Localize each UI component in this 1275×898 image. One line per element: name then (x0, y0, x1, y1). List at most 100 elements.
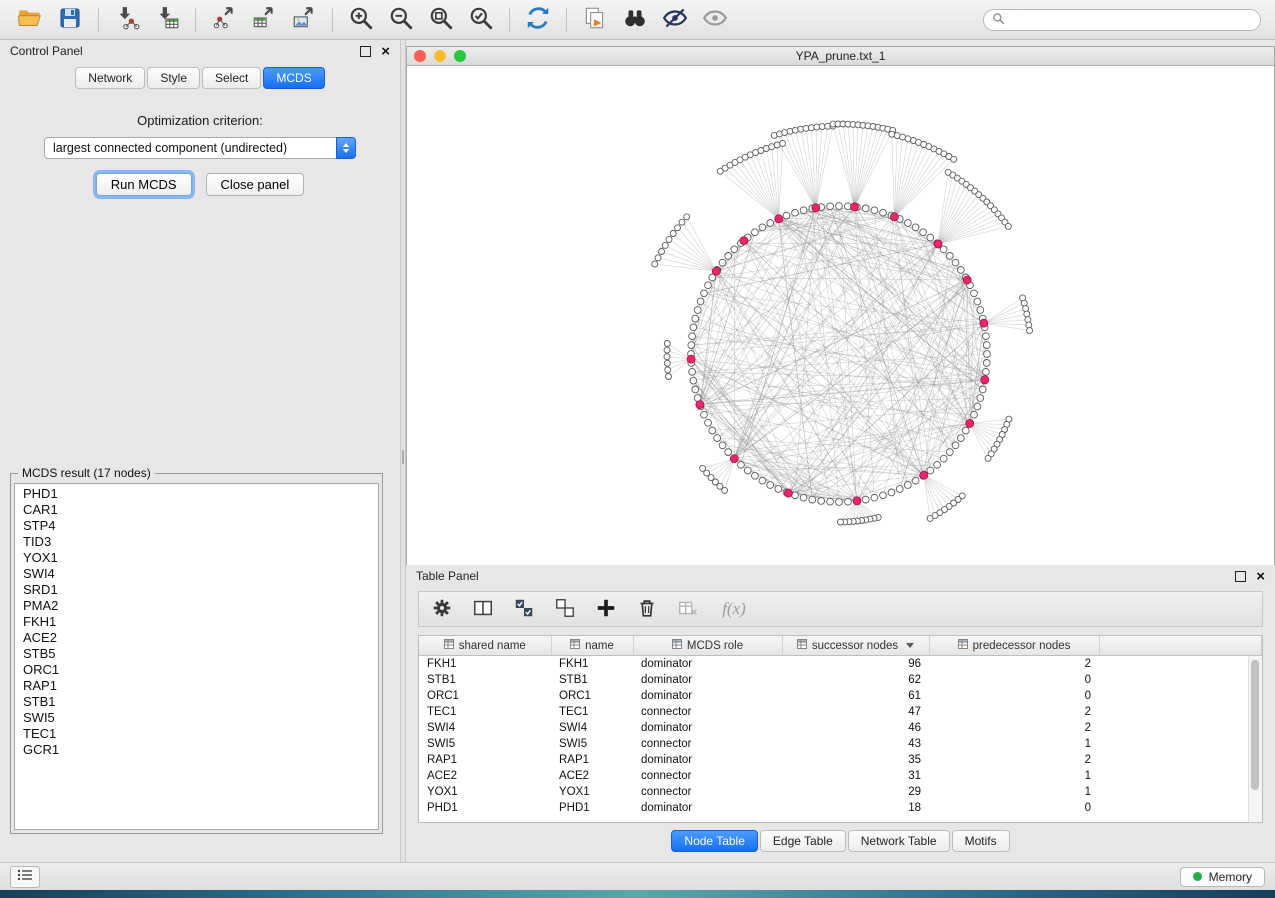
window-zoom-icon[interactable] (454, 50, 466, 62)
cell-successor-nodes[interactable]: 31 (782, 768, 929, 784)
float-panel-icon[interactable] (360, 46, 371, 57)
import-table-button[interactable] (147, 4, 187, 36)
network-dominator-node[interactable] (963, 276, 971, 284)
mcds-result-item[interactable]: GCR1 (15, 742, 378, 758)
network-leaf-node[interactable] (659, 249, 665, 255)
network-node[interactable] (709, 427, 716, 434)
network-node[interactable] (904, 482, 911, 489)
cell-successor-nodes[interactable]: 18 (782, 800, 929, 816)
mcds-result-item[interactable]: ACE2 (15, 630, 378, 646)
mcds-result-item[interactable]: PHD1 (15, 486, 378, 502)
network-node[interactable] (792, 209, 799, 216)
select-all-button[interactable] (511, 596, 537, 622)
network-node[interactable] (719, 442, 726, 449)
cell-name[interactable]: ACE2 (551, 768, 633, 784)
network-node[interactable] (827, 498, 834, 505)
tab-network-table[interactable]: Network Table (848, 830, 950, 852)
cell-shared-name[interactable]: SWI5 (419, 736, 551, 752)
cell-predecessor-nodes[interactable]: 1 (929, 736, 1099, 752)
cell-shared-name[interactable]: PHD1 (419, 800, 551, 816)
network-leaf-node[interactable] (664, 360, 670, 366)
mcds-result-item[interactable]: CAR1 (15, 502, 378, 518)
mcds-result-item[interactable]: FKH1 (15, 614, 378, 630)
mcds-result-item[interactable]: STB5 (15, 646, 378, 662)
network-node[interactable] (940, 246, 947, 253)
network-leaf-node[interactable] (664, 347, 670, 353)
memory-button[interactable]: Memory (1180, 867, 1265, 887)
network-dominator-node[interactable] (730, 455, 738, 463)
cell-predecessor-nodes[interactable]: 1 (929, 768, 1099, 784)
network-node[interactable] (957, 267, 964, 274)
cell-shared-name[interactable]: SWI4 (419, 720, 551, 736)
mcds-result-item[interactable]: ORC1 (15, 662, 378, 678)
network-node[interactable] (871, 207, 878, 214)
network-leaf-node[interactable] (664, 354, 670, 360)
cell-shared-name[interactable]: FKH1 (419, 656, 551, 673)
network-node[interactable] (904, 220, 911, 227)
cell-name[interactable]: RAP1 (551, 752, 633, 768)
tab-motifs[interactable]: Motifs (952, 830, 1010, 852)
find-button[interactable] (615, 4, 655, 36)
table-row[interactable]: ACE2ACE2connector311 (419, 768, 1262, 784)
network-node[interactable] (871, 494, 878, 501)
cell-shared-name[interactable]: ORC1 (419, 688, 551, 704)
cell-name[interactable]: ORC1 (551, 688, 633, 704)
network-node[interactable] (880, 492, 887, 499)
network-node[interactable] (862, 205, 869, 212)
network-node[interactable] (725, 449, 732, 456)
cell-MCDS-role[interactable]: connector (633, 704, 782, 720)
network-node[interactable] (752, 472, 759, 479)
network-node[interactable] (731, 246, 738, 253)
network-node[interactable] (689, 333, 696, 340)
cell-predecessor-nodes[interactable]: 2 (929, 704, 1099, 720)
task-history-button[interactable] (10, 866, 40, 888)
mcds-result-item[interactable]: TEC1 (15, 726, 378, 742)
column-layout-button[interactable] (470, 596, 496, 622)
sort-chevron-icon[interactable] (906, 643, 914, 648)
tab-style[interactable]: Style (147, 67, 200, 89)
network-node[interactable] (880, 209, 887, 216)
network-node[interactable] (689, 368, 696, 375)
network-dominator-node[interactable] (966, 420, 974, 428)
cell-MCDS-role[interactable]: dominator (633, 752, 782, 768)
network-leaf-node[interactable] (927, 515, 933, 521)
network-dominator-node[interactable] (934, 240, 942, 248)
network-leaf-node[interactable] (665, 367, 671, 373)
network-node[interactable] (957, 435, 964, 442)
cell-predecessor-nodes[interactable]: 0 (929, 688, 1099, 704)
network-node[interactable] (977, 307, 984, 314)
network-node[interactable] (888, 489, 895, 496)
table-row[interactable]: FKH1FKH1dominator962 (419, 656, 1262, 673)
network-node[interactable] (974, 298, 981, 305)
cell-successor-nodes[interactable]: 61 (782, 688, 929, 704)
network-leaf-node[interactable] (664, 341, 670, 347)
mcds-result-item[interactable]: STB1 (15, 694, 378, 710)
tab-node-table[interactable]: Node Table (671, 830, 758, 852)
network-node[interactable] (701, 290, 708, 297)
network-node[interactable] (744, 467, 751, 474)
cell-predecessor-nodes[interactable]: 2 (929, 752, 1099, 768)
network-node[interactable] (692, 386, 699, 393)
cell-shared-name[interactable]: RAP1 (419, 752, 551, 768)
cell-predecessor-nodes[interactable]: 2 (929, 720, 1099, 736)
cell-shared-name[interactable]: STB1 (419, 672, 551, 688)
network-node[interactable] (705, 419, 712, 426)
mcds-result-item[interactable]: STP4 (15, 518, 378, 534)
network-node[interactable] (934, 461, 941, 468)
close-panel-icon[interactable]: × (381, 44, 390, 59)
criterion-dropdown[interactable]: largest connected component (undirected) (44, 137, 356, 159)
cell-successor-nodes[interactable]: 35 (782, 752, 929, 768)
cell-name[interactable]: STB1 (551, 672, 633, 688)
network-leaf-node[interactable] (1027, 328, 1033, 334)
network-node[interactable] (977, 395, 984, 402)
table-settings-button[interactable] (429, 596, 455, 622)
show-all-button[interactable] (695, 4, 735, 36)
clone-network-button[interactable] (575, 4, 615, 36)
table-row[interactable]: ORC1ORC1dominator610 (419, 688, 1262, 704)
network-node[interactable] (738, 461, 745, 468)
cell-successor-nodes[interactable]: 47 (782, 704, 929, 720)
cell-successor-nodes[interactable]: 29 (782, 784, 929, 800)
network-node[interactable] (725, 253, 732, 260)
network-node[interactable] (714, 435, 721, 442)
network-node[interactable] (767, 482, 774, 489)
